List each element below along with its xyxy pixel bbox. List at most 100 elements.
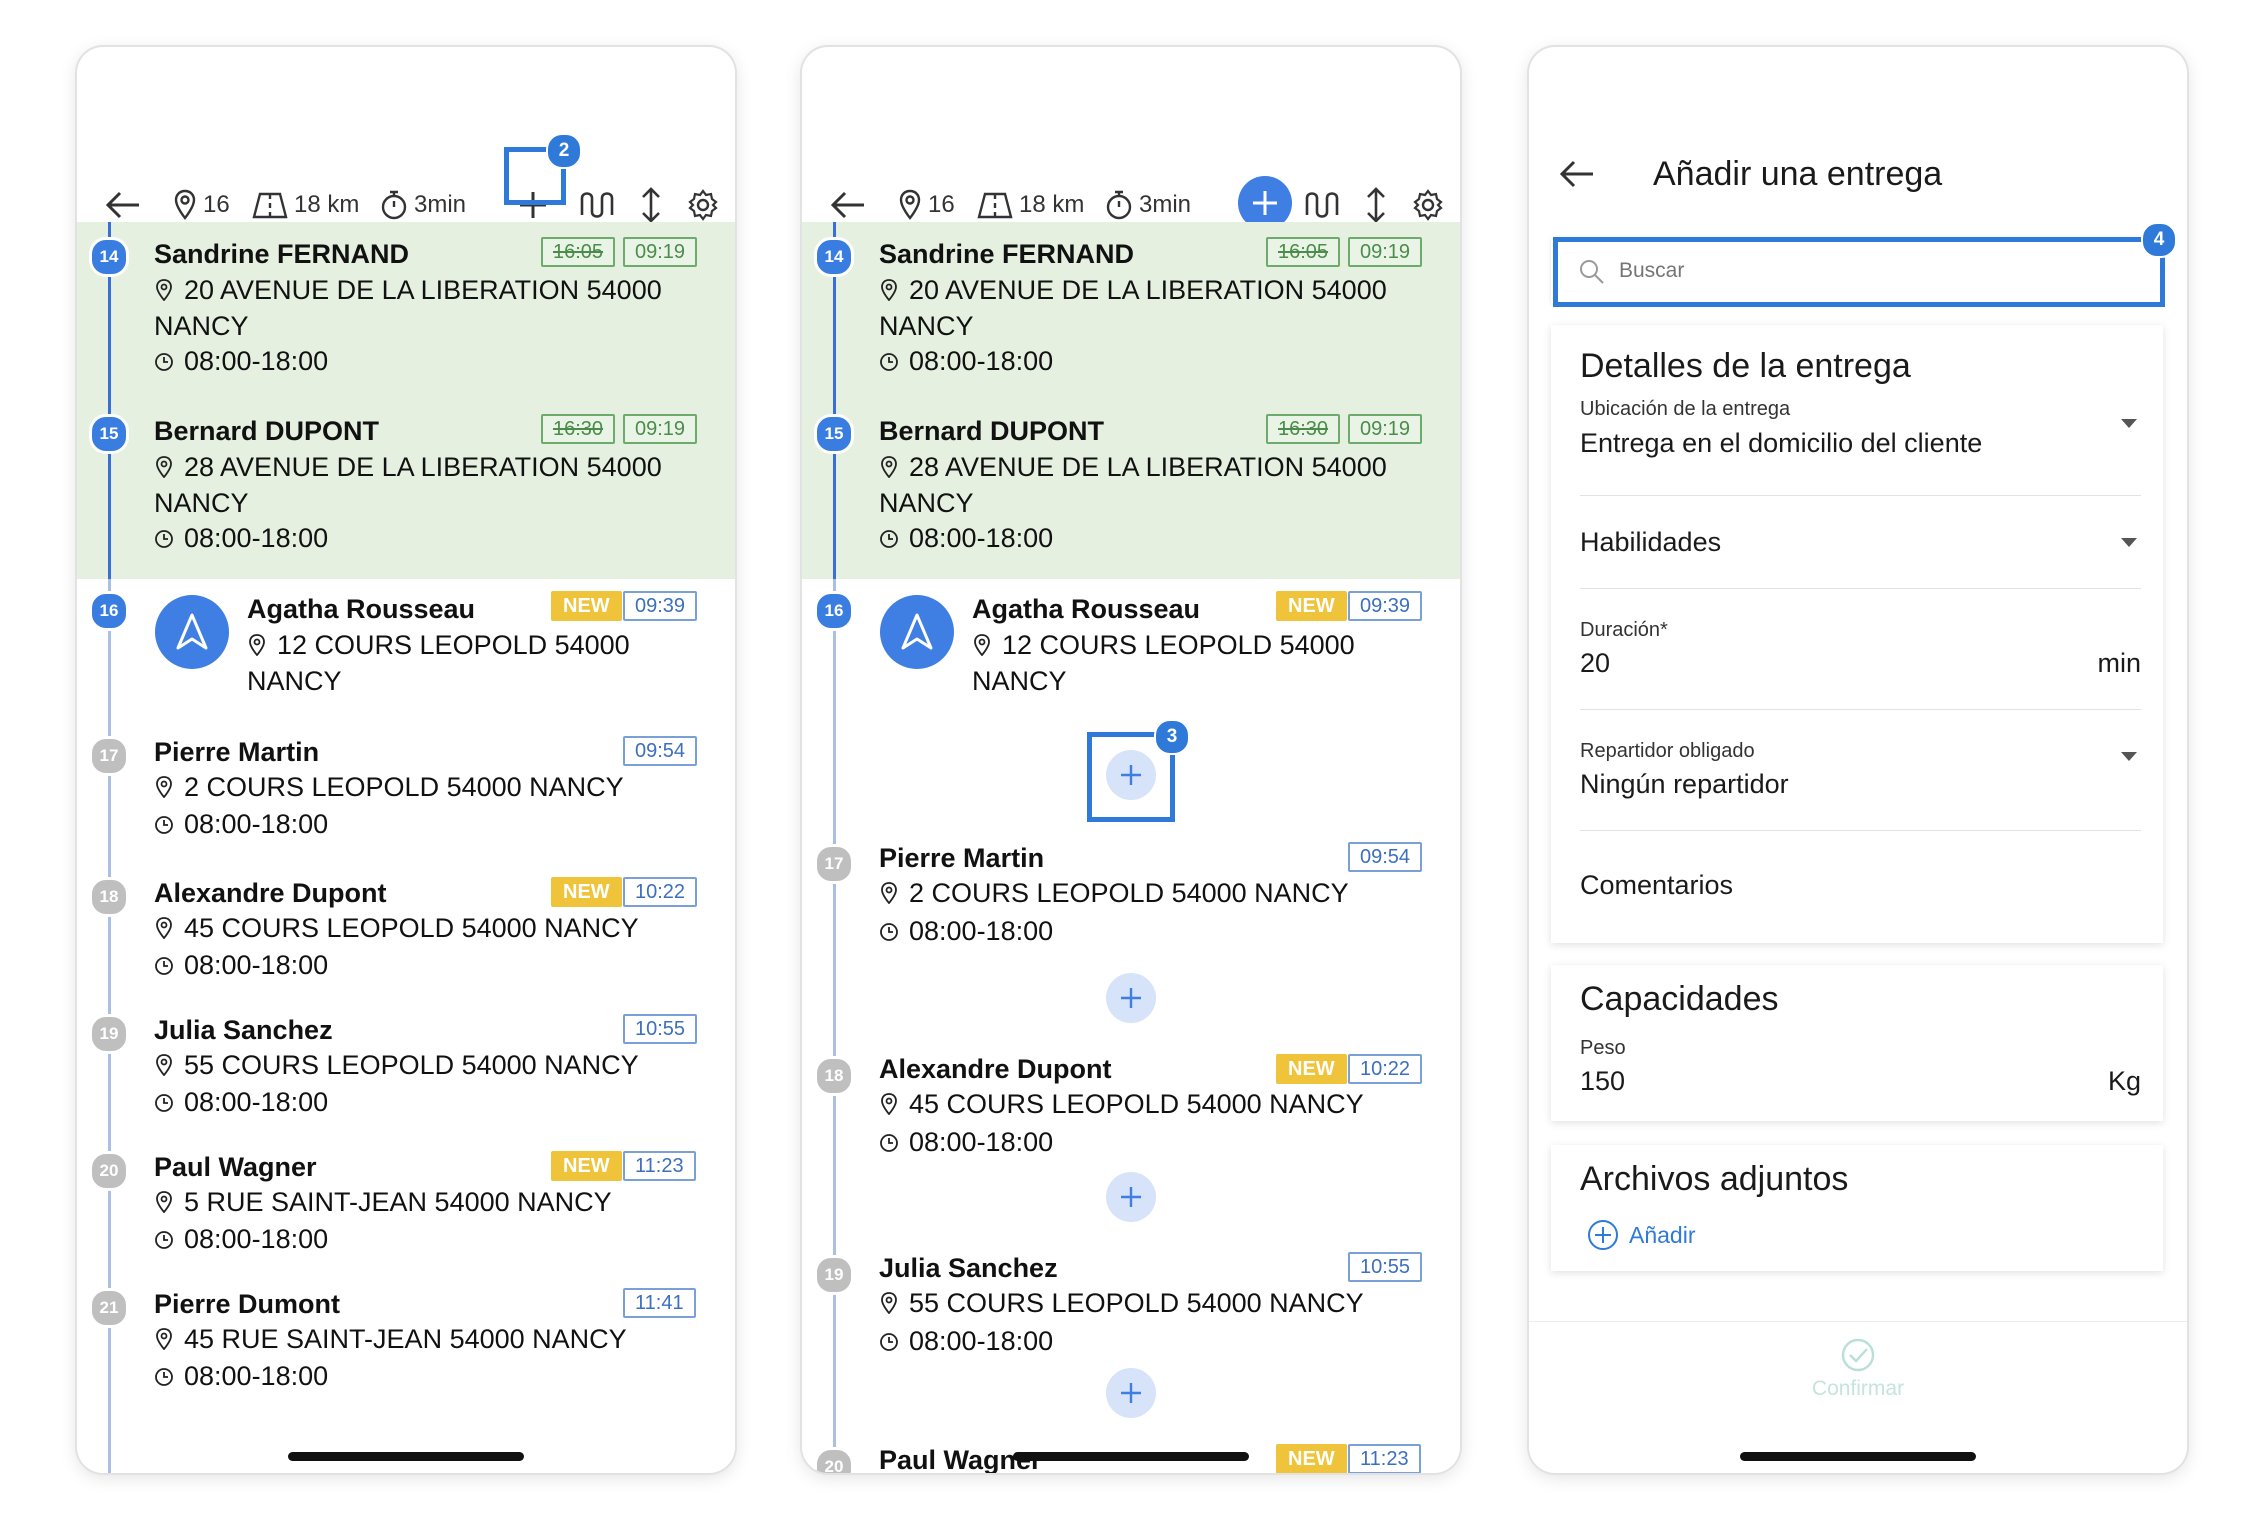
stop-name[interactable]: Pierre Dumont [154, 1289, 340, 1320]
duration-label: Duración* [1580, 619, 1668, 641]
hours-text: 08:00-18:00 [184, 523, 329, 553]
add-circle-icon [1588, 1220, 1618, 1250]
comments-field[interactable]: Comentarios [1551, 831, 2163, 921]
address-line-2: NANCY [879, 488, 974, 518]
stop-name[interactable]: Bernard DUPONT [879, 416, 1104, 447]
location-pin-icon [249, 634, 265, 656]
stop-name[interactable]: Bernard DUPONT [154, 416, 379, 447]
stop-address: 20 AVENUE DE LA LIBERATION 54000 NANCY [154, 272, 662, 344]
weight-value: 150 [1580, 1066, 1626, 1096]
check-circle-icon [1841, 1338, 1875, 1372]
insert-stop-button[interactable] [1106, 973, 1156, 1023]
stop-address: 5 RUE SAINT-JEAN 54000 NANCY [154, 1184, 612, 1220]
back-button[interactable] [1559, 159, 1595, 194]
page-title: Añadir una entrega [1653, 155, 1943, 193]
chevron-down-icon [2121, 752, 2137, 761]
stop-list: 14 Sandrine FERNAND 16:05 09:19 20 AVENU… [77, 222, 735, 1473]
insert-stop-button[interactable] [1106, 1368, 1156, 1418]
gear-icon [1413, 189, 1443, 221]
driver-select[interactable]: Repartidor obligado Ningún repartidor [1551, 710, 2163, 830]
stop-address: 2 COURS LEOPOLD 54000 NANCY [154, 769, 624, 805]
stop-name[interactable]: Agatha Rousseau [247, 594, 475, 625]
stop-name[interactable]: Sandrine FERNAND [154, 239, 409, 270]
clock-icon [880, 923, 898, 941]
stop-hours: 08:00-18:00 [154, 1361, 328, 1392]
plus-icon [1121, 1187, 1141, 1207]
new-badge: NEW [1276, 591, 1347, 621]
stop-name[interactable]: Julia Sanchez [154, 1015, 333, 1046]
new-badge: NEW [551, 1151, 622, 1181]
stop-name[interactable]: Alexandre Dupont [879, 1054, 1112, 1085]
location-pin-icon [156, 776, 172, 798]
capacities-card: Capacidades Peso 150 Kg [1551, 965, 2163, 1121]
stop-name[interactable]: Agatha Rousseau [972, 594, 1200, 625]
hours-text: 08:00-18:00 [184, 346, 329, 376]
navigate-button[interactable] [880, 595, 954, 669]
location-select[interactable]: Ubicación de la entrega Entrega en el do… [1551, 385, 2163, 495]
weight-label: Peso [1580, 1037, 1626, 1059]
stop-address: 45 COURS LEOPOLD 54000 NANCY [154, 910, 639, 946]
navigate-button[interactable] [155, 595, 229, 669]
skills-select[interactable]: Habilidades [1551, 496, 2163, 588]
address-line-2: NANCY [972, 666, 1067, 696]
stop-number: 20 [814, 1447, 854, 1473]
route-toolbar: 16 18 km 3min [802, 47, 1460, 230]
hours-text: 08:00-18:00 [184, 950, 329, 980]
address-line-1: 5 RUE SAINT-JEAN 54000 NANCY [184, 1187, 612, 1217]
map-icon [977, 192, 1013, 219]
stop-name[interactable]: Sandrine FERNAND [879, 239, 1134, 270]
stop-hours: 08:00-18:00 [154, 1224, 328, 1255]
address-line-1: 45 COURS LEOPOLD 54000 NANCY [909, 1089, 1364, 1119]
stop-number: 17 [814, 844, 854, 884]
chevron-down-icon [2121, 419, 2137, 428]
stop-address: 12 COURS LEOPOLD 54000 NANCY [247, 627, 630, 699]
eta-badge: 09:54 [623, 736, 698, 766]
stop-address: 2 COURS LEOPOLD 54000 NANCY [879, 875, 1349, 911]
stop-hours: 08:00-18:00 [154, 950, 328, 981]
hours-text: 08:00-18:00 [909, 1127, 1054, 1157]
eta-badge: 10:22 [623, 877, 698, 907]
route-screen-1: 16 18 km 3min 2 14 Sandrine FERNAND 16:0… [77, 47, 735, 1473]
clock-icon [155, 1231, 173, 1249]
stop-name[interactable]: Alexandre Dupont [154, 878, 387, 909]
stop-address: 28 AVENUE DE LA LIBERATION 54000 NANCY [154, 449, 662, 521]
address-line-1: 20 AVENUE DE LA LIBERATION 54000 [909, 275, 1387, 305]
step-marker-3: 3 [1154, 719, 1190, 755]
address-line-1: 45 COURS LEOPOLD 54000 NANCY [184, 913, 639, 943]
stopwatch-icon [381, 190, 407, 220]
original-time-badge: 16:05 [1266, 237, 1341, 267]
hours-text: 08:00-18:00 [184, 1224, 329, 1254]
location-pin-icon [156, 279, 172, 301]
duration-field[interactable]: Duración* 20 min [1551, 589, 2163, 709]
details-title: Detalles de la entrega [1580, 347, 1911, 385]
eta-badge: 09:54 [1348, 842, 1423, 872]
insert-stop-button[interactable] [1106, 1172, 1156, 1222]
address-line-1: 12 COURS LEOPOLD 54000 [1002, 630, 1355, 660]
weight-field[interactable]: Peso 150 Kg [1551, 1025, 2163, 1115]
stop-number: 14 [814, 237, 854, 277]
route-optimize-icon [580, 192, 614, 218]
location-pin-icon [881, 1093, 897, 1115]
confirm-button[interactable]: Confirmar [1529, 1337, 2187, 1401]
stop-hours: 08:00-18:00 [154, 346, 328, 377]
stop-name[interactable]: Pierre Martin [879, 843, 1044, 874]
stop-hours: 08:00-18:00 [879, 346, 1053, 377]
stop-address: 55 COURS LEOPOLD 54000 NANCY [154, 1047, 639, 1083]
plus-icon [1253, 191, 1277, 215]
navigation-arrow-icon [176, 613, 208, 650]
location-pin-icon [174, 189, 196, 220]
stop-name[interactable]: Paul Wagner [154, 1152, 317, 1183]
back-arrow-icon [1559, 160, 1593, 188]
address-line-1: 55 COURS LEOPOLD 54000 NANCY [909, 1288, 1364, 1318]
stop-name[interactable]: Pierre Martin [154, 737, 319, 768]
add-attachment-button[interactable]: Añadir [1587, 1217, 1695, 1253]
location-pin-icon [156, 1054, 172, 1076]
location-pin-icon [881, 279, 897, 301]
route-distance-text: 18 km [1019, 191, 1085, 218]
stop-number: 19 [814, 1255, 854, 1295]
location-pin-icon [881, 882, 897, 904]
stop-name[interactable]: Julia Sanchez [879, 1253, 1058, 1284]
driver-value: Ningún repartidor [1580, 769, 1789, 799]
stop-list: 14 Sandrine FERNAND 16:05 09:19 20 AVENU… [802, 222, 1460, 1473]
driver-label: Repartidor obligado [1580, 740, 1755, 762]
